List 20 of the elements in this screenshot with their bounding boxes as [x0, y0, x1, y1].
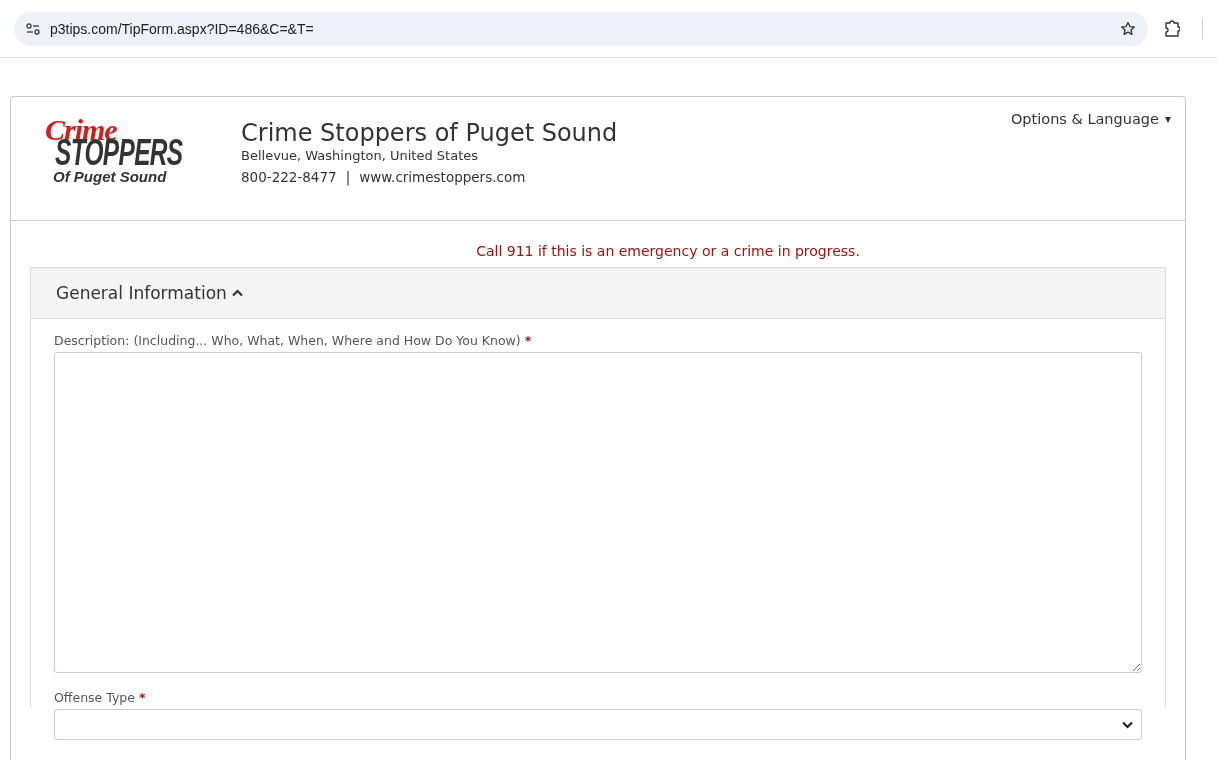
options-language-menu[interactable]: Options & Language ▾ — [1010, 111, 1171, 127]
emergency-message-text: Call 911 if this is an emergency or a crime in progress. — [476, 243, 860, 259]
address-bar[interactable]: p3tips.com/TipForm.aspx?ID=486&C=&T= — [14, 11, 1148, 46]
site-settings-icon[interactable] — [26, 22, 40, 35]
chevron-up-icon — [231, 289, 243, 297]
description-field[interactable] — [54, 352, 1142, 673]
section-header[interactable]: General Information — [31, 268, 1165, 319]
website-link[interactable]: www.crimestoppers.com — [359, 165, 526, 189]
puzzle-icon[interactable] — [1164, 19, 1180, 38]
field-label: Description: (Including... Who, What, When, Where and How Do You Know) * — [54, 333, 533, 348]
location-text: Bellevue, Washington, United States — [241, 147, 480, 165]
separator-text: | — [345, 168, 351, 188]
url-text: p3tips.com/TipForm.aspx?ID=486&C=&T= — [50, 20, 315, 37]
logo-subtitle-text: Of Puget Sound — [53, 169, 167, 184]
chevron-down-icon — [1122, 720, 1133, 729]
star-icon[interactable] — [1120, 20, 1136, 37]
phone-number: 800-222-8477 — [241, 168, 337, 187]
section-title: General Information — [56, 283, 227, 303]
field-label: Offense Type * — [54, 690, 147, 705]
organization-name: Crime Stoppers of Puget Sound — [241, 119, 619, 147]
